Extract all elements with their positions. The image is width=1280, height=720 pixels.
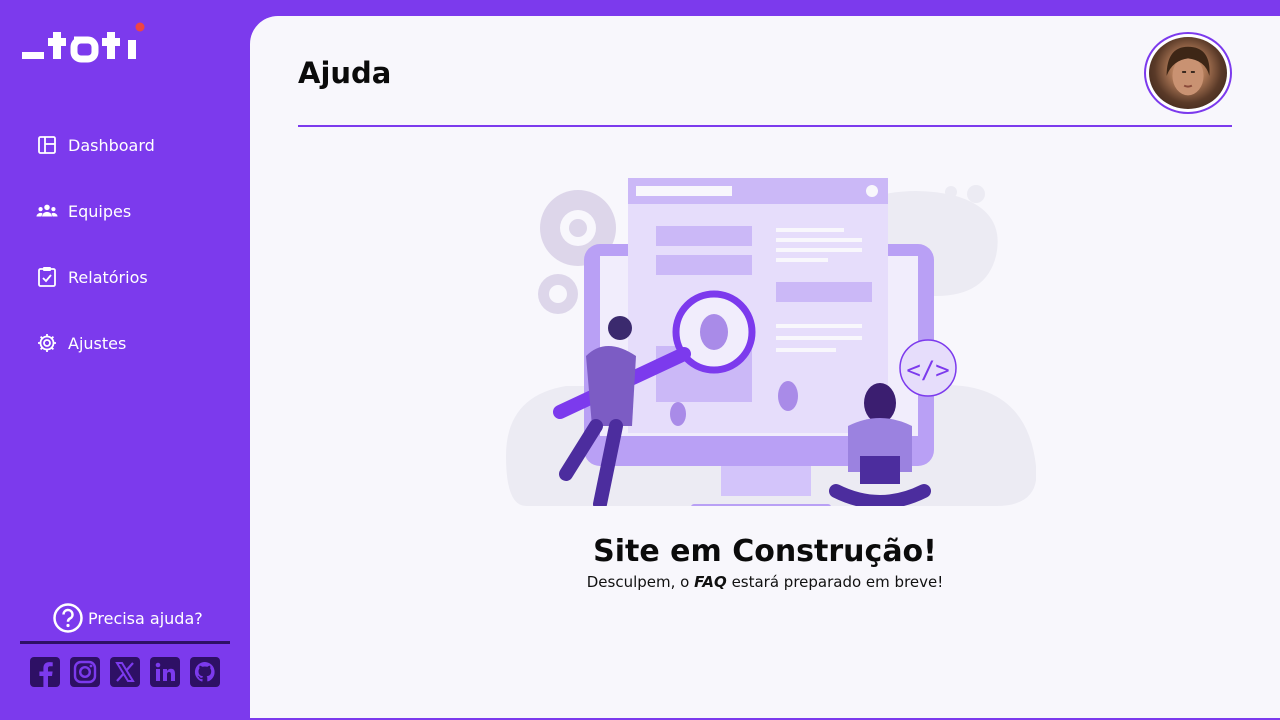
avatar-photo (1149, 37, 1227, 109)
message-prefix: Desculpem, o (586, 573, 695, 591)
under-construction-illustration: </> (506, 178, 1036, 506)
x-icon[interactable] (109, 656, 141, 688)
construction-headline: Site em Construção! (593, 534, 937, 569)
svg-text:</>: </> (906, 356, 949, 384)
sidebar-nav: Dashboard Equipes Relatórios Ajustes (36, 132, 155, 396)
users-icon (36, 200, 58, 222)
gear-icon (36, 332, 58, 354)
sidebar-item-label: Equipes (68, 201, 132, 221)
clipboard-check-icon (36, 266, 58, 288)
linkedin-icon[interactable] (149, 656, 181, 688)
help-label: Precisa ajuda? (88, 608, 203, 628)
help-link[interactable]: Precisa ajuda? (52, 602, 203, 634)
sidebar-item-ajustes[interactable]: Ajustes (36, 330, 155, 356)
sidebar-item-label: Relatórios (68, 267, 148, 287)
main-content: Ajuda </> Site em Construção! Desculpem,… (250, 16, 1280, 718)
message-suffix: estará preparado em breve! (726, 573, 944, 591)
faq-emphasis: FAQ (694, 573, 727, 591)
facebook-icon[interactable] (29, 656, 61, 688)
sidebar-item-equipes[interactable]: Equipes (36, 198, 155, 224)
question-circle-icon (53, 603, 83, 633)
sidebar-item-label: Ajustes (68, 333, 127, 353)
sidebar-item-relatorios[interactable]: Relatórios (36, 264, 155, 290)
sidebar-divider (20, 641, 230, 644)
header-divider (298, 125, 1232, 127)
construction-message: Desculpem, o FAQ estará preparado em bre… (250, 573, 1280, 591)
sidebar-item-label: Dashboard (68, 135, 155, 155)
user-avatar[interactable] (1144, 32, 1232, 114)
page-title: Ajuda (298, 56, 392, 90)
github-icon[interactable] (189, 656, 221, 688)
sidebar-item-dashboard[interactable]: Dashboard (36, 132, 155, 158)
layout-icon (36, 134, 58, 156)
toti-logo[interactable] (20, 20, 150, 66)
sidebar: Dashboard Equipes Relatórios Ajustes Pre… (0, 0, 250, 720)
social-links (29, 656, 229, 688)
instagram-icon[interactable] (69, 656, 101, 688)
